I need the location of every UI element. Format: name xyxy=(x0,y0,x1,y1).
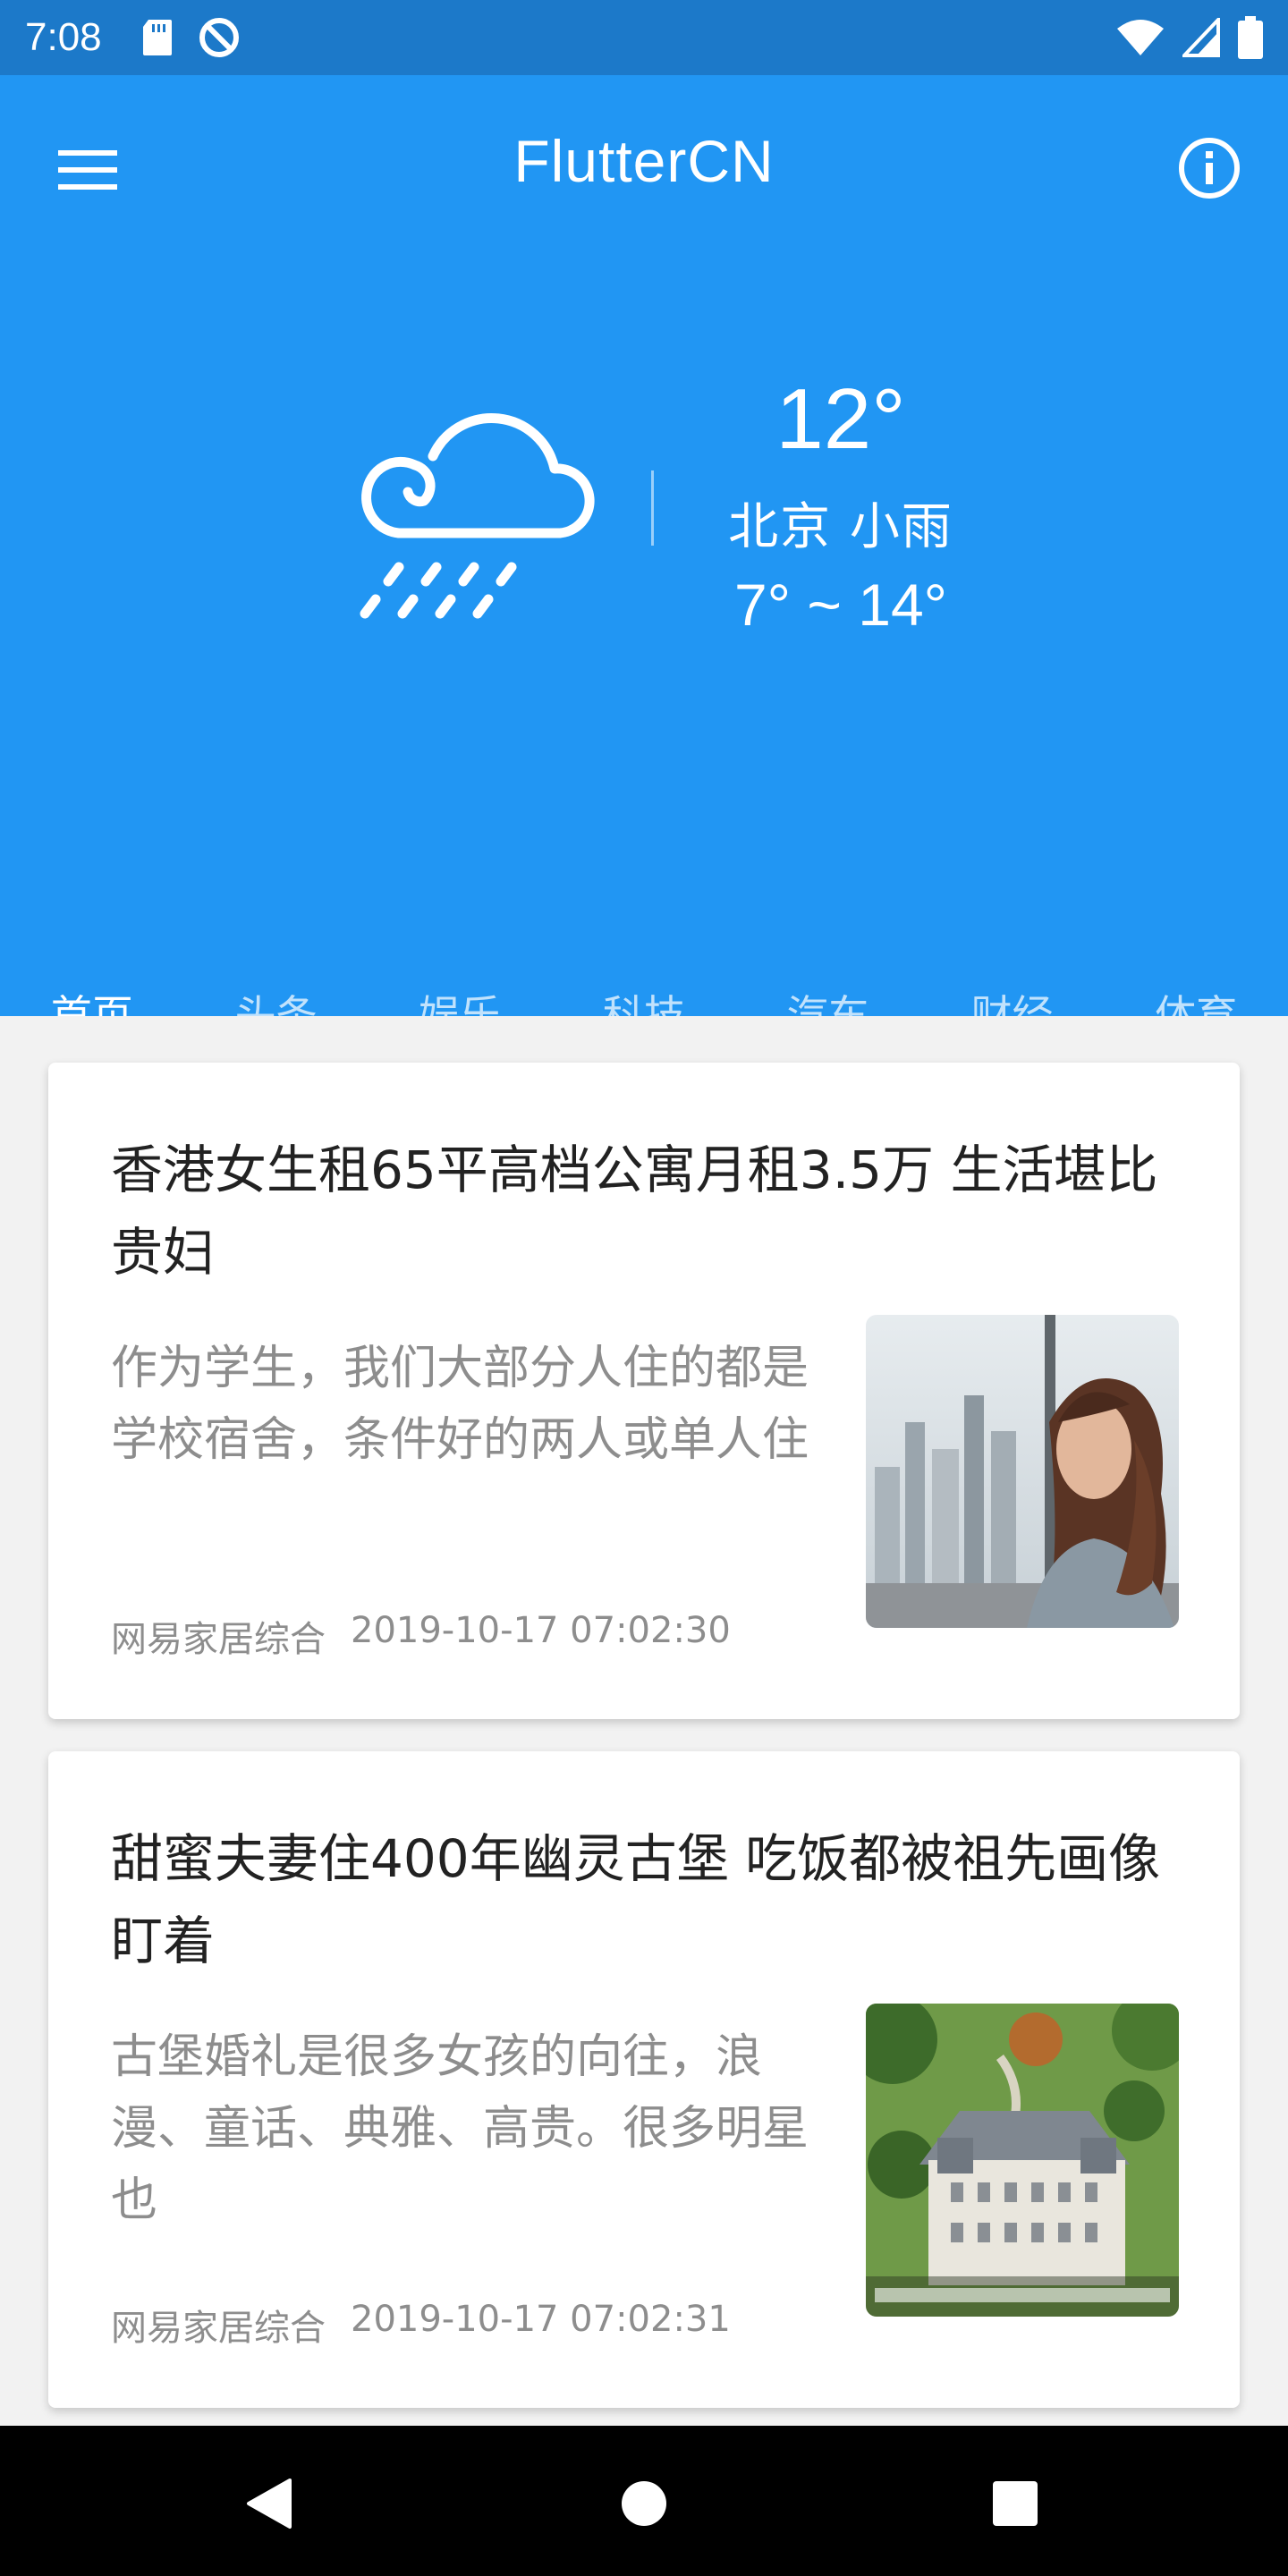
thumbnail-castle-image xyxy=(866,2004,1179,2317)
system-nav-bar xyxy=(0,2426,1288,2576)
info-button[interactable] xyxy=(1172,131,1247,206)
menu-icon xyxy=(58,150,117,190)
weather-temperature: 12° xyxy=(775,371,906,467)
status-bar: 7:08 xyxy=(0,0,1288,75)
cloud-rain-icon xyxy=(360,412,595,619)
sd-card-icon xyxy=(142,20,172,55)
back-icon xyxy=(247,2479,292,2529)
news-source: 网易家居综合 xyxy=(111,2308,326,2349)
status-system-icons xyxy=(1116,16,1263,59)
status-time: 7:08 xyxy=(25,15,102,59)
news-title: 香港女生租65平高档公寓月租3.5万 生活堪比贵妇 xyxy=(111,1140,1158,1283)
app-bar: FlutterCN xyxy=(0,75,1288,250)
info-icon xyxy=(1179,138,1240,199)
home-icon xyxy=(622,2481,666,2526)
battery-icon xyxy=(1238,16,1263,59)
wifi-icon xyxy=(1117,20,1164,55)
news-thumbnail[interactable] xyxy=(866,2004,1179,2317)
nav-home-button[interactable] xyxy=(613,2472,675,2535)
header: FlutterCN 12° 北京 小雨 7° ~ 14° 首页 头条 娱乐 科技… xyxy=(0,75,1288,1091)
data-saver-icon xyxy=(199,18,239,57)
news-list: 香港女生租65平高档公寓月租3.5万 生活堪比贵妇 作为学生，我们大部分人住的都… xyxy=(0,1016,1288,2426)
thumbnail-woman-image xyxy=(866,1315,1179,1628)
news-time: 2019-10-17 07:02:31 xyxy=(351,2299,731,2340)
weather-divider xyxy=(651,470,654,546)
recents-icon xyxy=(993,2481,1038,2526)
news-meta: 网易家居综合 2019-10-17 07:02:30 xyxy=(111,1610,731,1662)
nav-back-button[interactable] xyxy=(237,2472,300,2535)
weather-range: 7° ~ 14° xyxy=(733,572,948,638)
app-title: FlutterCN xyxy=(513,128,775,194)
news-card[interactable]: 香港女生租65平高档公寓月租3.5万 生活堪比贵妇 作为学生，我们大部分人住的都… xyxy=(48,1063,1240,1719)
news-thumbnail[interactable] xyxy=(866,1315,1179,1628)
news-meta: 网易家居综合 2019-10-17 07:02:31 xyxy=(111,2299,731,2351)
status-notification-icons xyxy=(141,15,242,60)
news-time: 2019-10-17 07:02:30 xyxy=(351,1610,731,1651)
news-summary: 作为学生，我们大部分人住的都是学校宿舍，条件好的两人或单人住 xyxy=(111,1342,809,1467)
menu-button[interactable] xyxy=(50,132,125,208)
news-title: 甜蜜夫妻住400年幽灵古堡 吃饭都被祖先画像盯着 xyxy=(111,1828,1161,1971)
news-card[interactable]: 甜蜜夫妻住400年幽灵古堡 吃饭都被祖先画像盯着 古堡婚礼是很多女孩的向往，浪漫… xyxy=(48,1751,1240,2408)
news-summary: 古堡婚礼是很多女孩的向往，浪漫、童话、典雅、高贵。很多明星也 xyxy=(111,2030,809,2227)
cell-signal-icon xyxy=(1182,18,1220,57)
news-source: 网易家居综合 xyxy=(111,1619,326,1660)
weather-description: 北京 小雨 xyxy=(728,498,953,556)
nav-recents-button[interactable] xyxy=(984,2472,1046,2535)
